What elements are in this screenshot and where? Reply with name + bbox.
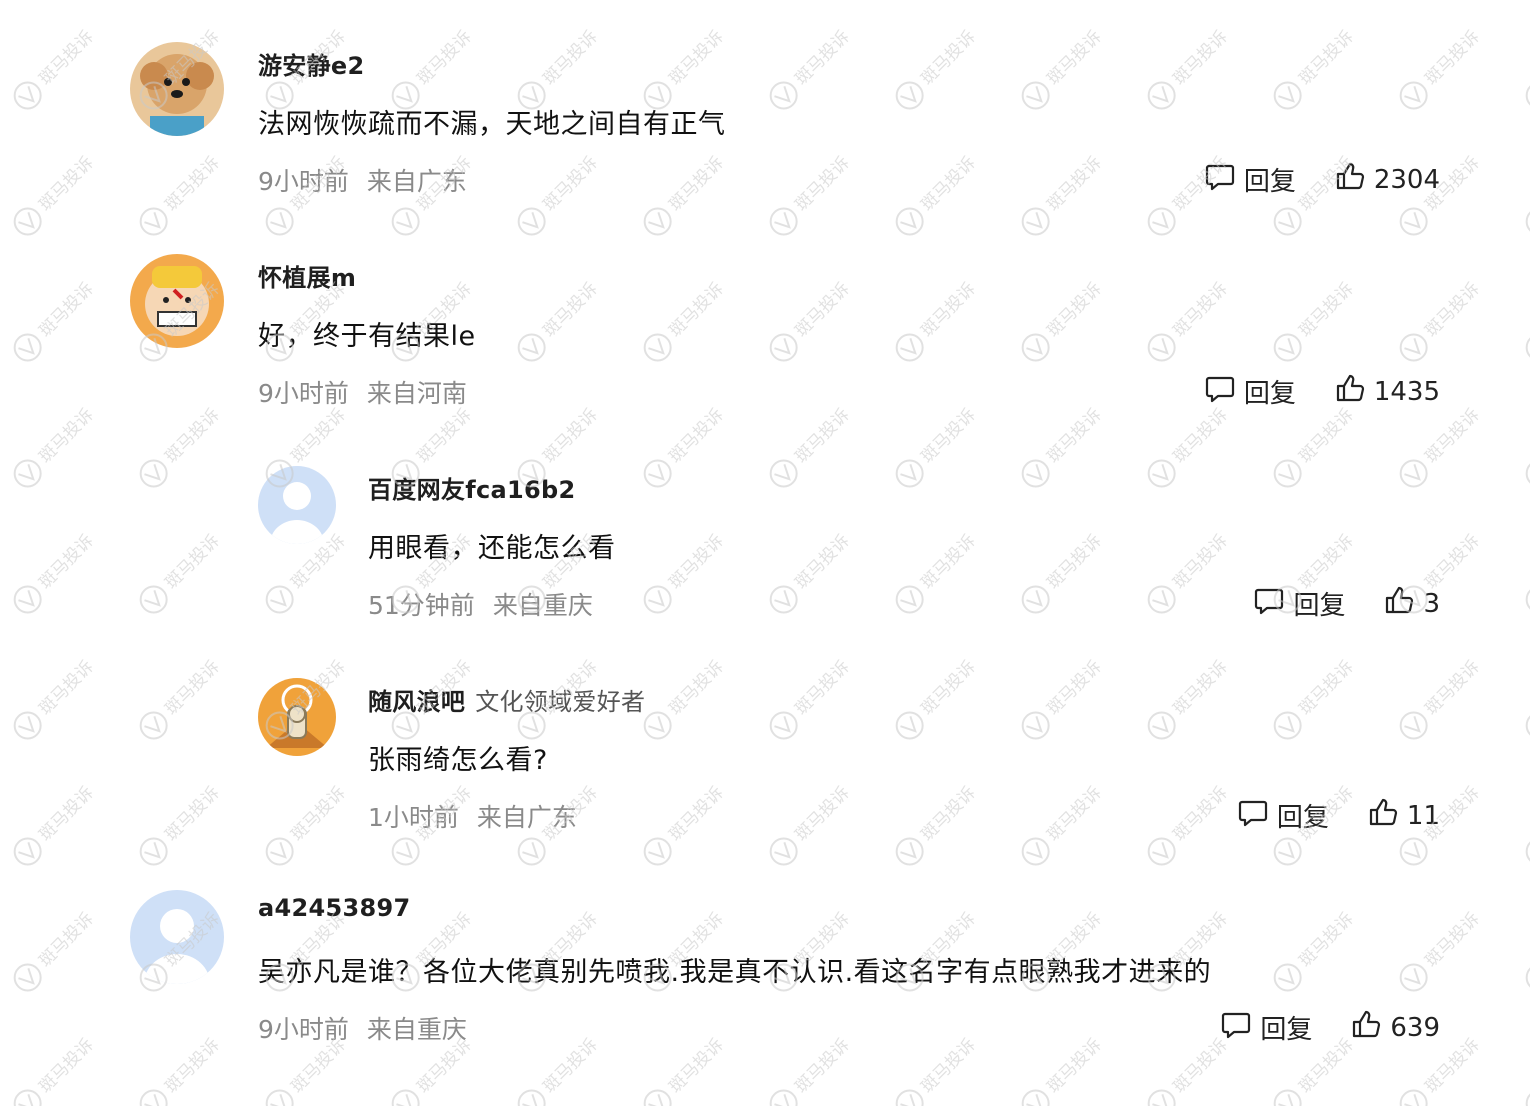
comment-text: 法网恢恢疏而不漏，天地之间自有正气 — [258, 109, 726, 140]
comment-location: 来自河南 — [366, 379, 467, 408]
avatar[interactable] — [130, 42, 224, 136]
avatar[interactable] — [130, 890, 224, 984]
comment-item: 游安静e2 法网恢恢疏而不漏，天地之间自有正气 9小时前 来自广东 回复 2304 — [0, 42, 1530, 242]
speech-bubble-icon — [1220, 1008, 1260, 1047]
like-button[interactable]: 2304 — [1334, 160, 1440, 199]
comment-item: a42453897 吴亦凡是谁？各位大佬真别先喷我.我是真不认识.看这名字有点眼… — [0, 890, 1530, 1090]
reply-button[interactable]: 回复 — [1253, 584, 1345, 623]
speech-bubble-icon — [1237, 796, 1277, 835]
like-button[interactable]: 1435 — [1334, 372, 1440, 411]
comment-meta: 9小时前 来自广东 — [258, 162, 467, 198]
reply-label: 回复 — [1243, 167, 1296, 197]
comment-actions: 回复 2304 — [1204, 160, 1440, 199]
like-count: 1435 — [1373, 376, 1440, 407]
comment-meta: 9小时前 来自重庆 — [258, 1010, 467, 1046]
comment-actions: 回复 1435 — [1204, 372, 1440, 411]
comment-time: 9小时前 — [258, 167, 349, 196]
like-button[interactable]: 11 — [1367, 796, 1440, 835]
comment-text: 吴亦凡是谁？各位大佬真别先喷我.我是真不认识.看这名字有点眼熟我才进来的 — [258, 957, 1212, 988]
speech-bubble-icon — [1204, 160, 1244, 199]
comment-item: 怀植展m 好，终于有结果le 9小时前 来自河南 回复 1435 — [0, 254, 1530, 454]
thumbs-up-icon — [1350, 1008, 1390, 1047]
username[interactable]: a42453897 — [258, 894, 411, 922]
comment-text: 好，终于有结果le — [258, 321, 476, 352]
reply-button[interactable]: 回复 — [1204, 160, 1296, 199]
thumbs-up-icon — [1334, 372, 1374, 411]
thumbs-up-icon — [1367, 796, 1407, 835]
like-button[interactable]: 3 — [1383, 584, 1440, 623]
speech-bubble-icon — [1204, 372, 1244, 411]
reply-label: 回复 — [1293, 591, 1346, 621]
avatar[interactable] — [258, 678, 336, 756]
username[interactable]: 怀植展m — [258, 258, 356, 293]
comment-time: 51分钟前 — [368, 591, 475, 620]
comment-location: 来自重庆 — [492, 591, 593, 620]
username[interactable]: 随风浪吧 文化领域爱好者 — [368, 682, 645, 717]
avatar[interactable] — [130, 254, 224, 348]
comment-location: 来自重庆 — [366, 1015, 467, 1044]
username[interactable]: 百度网友fca16b2 — [368, 470, 575, 505]
username[interactable]: 游安静e2 — [258, 46, 364, 81]
comment-meta: 9小时前 来自河南 — [258, 374, 467, 410]
comment-location: 来自广东 — [366, 167, 467, 196]
comment-time: 9小时前 — [258, 1015, 349, 1044]
comment-actions: 回复 639 — [1220, 1008, 1440, 1047]
like-count: 11 — [1406, 800, 1440, 831]
reply-item: 百度网友fca16b2 用眼看，还能怎么看 51分钟前 来自重庆 回复 3 — [0, 466, 1530, 666]
user-badge: 文化领域爱好者 — [475, 688, 646, 716]
comment-actions: 回复 3 — [1253, 584, 1440, 623]
like-count: 3 — [1423, 588, 1440, 619]
like-count: 639 — [1390, 1012, 1440, 1043]
comment-meta: 1小时前 来自广东 — [368, 798, 577, 834]
comment-time: 1小时前 — [368, 803, 459, 832]
comment-meta: 51分钟前 来自重庆 — [368, 586, 593, 622]
reply-button[interactable]: 回复 — [1204, 372, 1296, 411]
thumbs-up-icon — [1334, 160, 1374, 199]
comment-time: 9小时前 — [258, 379, 349, 408]
comment-text: 用眼看，还能怎么看 — [368, 533, 616, 564]
reply-label: 回复 — [1276, 803, 1329, 833]
reply-button[interactable]: 回复 — [1237, 796, 1329, 835]
reply-label: 回复 — [1260, 1015, 1313, 1045]
reply-label: 回复 — [1243, 379, 1296, 409]
comment-location: 来自广东 — [476, 803, 577, 832]
thumbs-up-icon — [1383, 584, 1423, 623]
reply-item: 随风浪吧 文化领域爱好者 张雨绮怎么看? 1小时前 来自广东 回复 11 — [0, 678, 1530, 878]
comment-actions: 回复 11 — [1237, 796, 1440, 835]
like-count: 2304 — [1373, 164, 1440, 195]
speech-bubble-icon — [1253, 584, 1293, 623]
reply-button[interactable]: 回复 — [1220, 1008, 1312, 1047]
comment-text: 张雨绮怎么看? — [368, 745, 548, 776]
avatar[interactable] — [258, 466, 336, 544]
like-button[interactable]: 639 — [1350, 1008, 1440, 1047]
